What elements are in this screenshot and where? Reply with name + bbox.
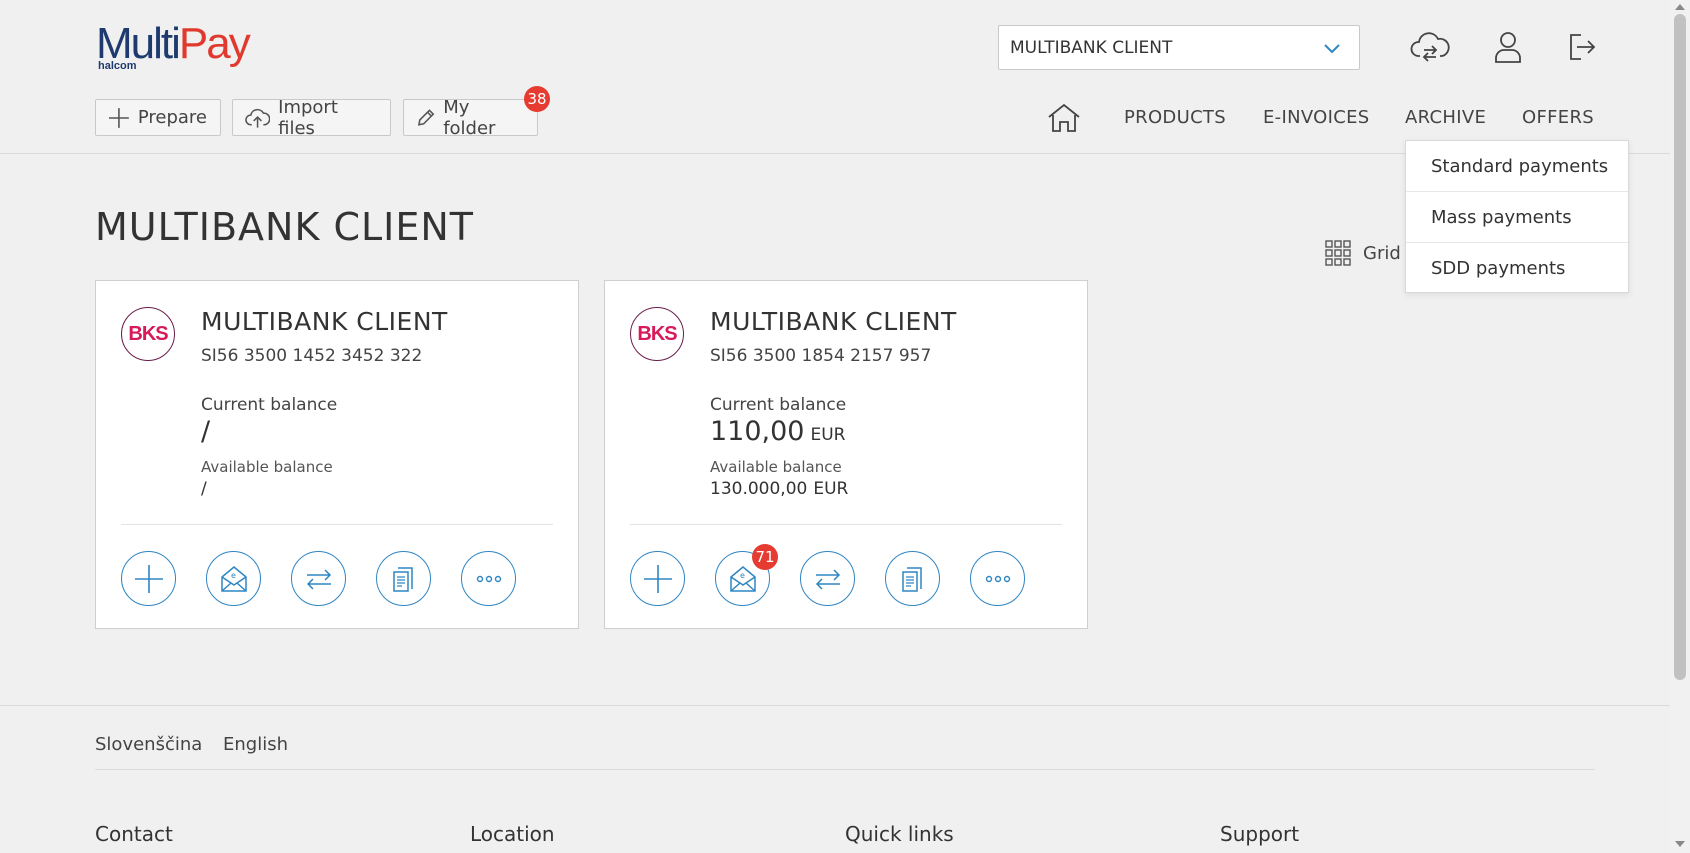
statements-button[interactable] bbox=[885, 551, 940, 606]
e-invoice-badge: 71 bbox=[752, 544, 778, 570]
view-toggle-label: Grid bbox=[1363, 242, 1401, 264]
current-balance-label: Current balance bbox=[710, 395, 847, 415]
current-balance-amount: / bbox=[201, 416, 211, 447]
user-icon bbox=[1495, 32, 1521, 63]
user-button[interactable] bbox=[1485, 24, 1531, 70]
chevron-down-icon bbox=[1324, 44, 1340, 54]
more-actions-button[interactable] bbox=[970, 551, 1025, 606]
account-card[interactable]: BKS MULTIBANK CLIENT SI56 3500 1452 3452… bbox=[95, 280, 579, 629]
current-balance-value: / bbox=[201, 416, 216, 447]
current-balance-currency: EUR bbox=[810, 425, 846, 445]
cloud-upload-icon bbox=[245, 108, 271, 128]
home-nav-button[interactable] bbox=[1047, 102, 1081, 134]
vertical-scrollbar[interactable] bbox=[1670, 0, 1690, 853]
documents-icon bbox=[392, 566, 413, 592]
transfer-button[interactable] bbox=[291, 551, 346, 606]
language-english-link[interactable]: English bbox=[223, 734, 288, 755]
nav-products[interactable]: PRODUCTS bbox=[1124, 107, 1226, 128]
multipay-logo[interactable]: MultiPay halcom bbox=[96, 20, 266, 74]
available-balance-label: Available balance bbox=[201, 458, 333, 476]
plus-icon bbox=[134, 564, 163, 593]
import-files-label: Import files bbox=[278, 96, 338, 139]
prepare-button[interactable]: Prepare bbox=[95, 99, 221, 136]
documents-icon bbox=[901, 566, 922, 592]
available-balance-label: Available balance bbox=[710, 458, 842, 476]
scroll-up-arrow[interactable] bbox=[1675, 4, 1685, 10]
account-name: MULTIBANK CLIENT bbox=[710, 307, 957, 336]
available-balance-currency: EUR bbox=[813, 479, 849, 499]
home-icon bbox=[1048, 103, 1080, 132]
view-toggle-grid[interactable]: Grid bbox=[1325, 240, 1401, 266]
statements-button[interactable] bbox=[376, 551, 431, 606]
logo-pay-text: Pay bbox=[178, 19, 251, 68]
current-balance-value: 110,00 EUR bbox=[710, 416, 845, 447]
plus-icon bbox=[108, 107, 129, 128]
available-balance-value: 130.000,00 EUR bbox=[710, 479, 848, 499]
header: MultiPay halcom MULTIBANK CLIENT Prepare bbox=[0, 0, 1670, 154]
transfer-button[interactable] bbox=[800, 551, 855, 606]
new-payment-button[interactable] bbox=[630, 551, 685, 606]
my-folder-button[interactable]: My folder bbox=[403, 96, 538, 139]
logout-icon bbox=[1570, 34, 1596, 60]
footer-contact-heading: Contact bbox=[95, 822, 173, 846]
footer-divider bbox=[95, 769, 1595, 770]
transfer-arrows-icon bbox=[306, 568, 331, 590]
logout-button[interactable] bbox=[1559, 24, 1605, 70]
available-balance-amount: / bbox=[201, 479, 207, 499]
more-dots-icon bbox=[985, 575, 1010, 582]
archive-dropdown-menu: Standard payments Mass payments SDD paym… bbox=[1405, 140, 1629, 293]
bank-logo: BKS bbox=[121, 307, 175, 361]
account-iban: SI56 3500 1452 3452 322 bbox=[201, 346, 423, 366]
nav-archive[interactable]: ARCHIVE bbox=[1405, 107, 1486, 128]
grid-icon bbox=[1325, 240, 1351, 266]
e-invoice-envelope-icon: e bbox=[729, 565, 756, 592]
current-balance-label: Current balance bbox=[201, 395, 338, 415]
card-divider bbox=[630, 524, 1062, 525]
my-folder-label: My folder bbox=[443, 96, 496, 139]
cloud-sync-icon bbox=[1410, 32, 1450, 62]
scrollbar-thumb[interactable] bbox=[1674, 14, 1686, 680]
footer-quick-links-heading: Quick links bbox=[845, 822, 954, 846]
import-files-button[interactable]: Import files bbox=[232, 96, 391, 139]
e-invoice-button[interactable]: e bbox=[206, 551, 261, 606]
logo-subtitle: halcom bbox=[98, 60, 137, 72]
svg-text:e: e bbox=[231, 571, 236, 580]
language-slovenian-link[interactable]: Slovenščina bbox=[95, 734, 202, 755]
pencil-icon bbox=[417, 108, 435, 126]
e-invoice-envelope-icon: e bbox=[220, 565, 247, 592]
footer: Slovenščina English Contact Location Qui… bbox=[0, 705, 1670, 853]
nav-e-invoices[interactable]: E-INVOICES bbox=[1263, 107, 1369, 128]
menu-item-sdd-payments[interactable]: SDD payments bbox=[1406, 243, 1628, 294]
bank-logo: BKS bbox=[630, 307, 684, 361]
new-payment-button[interactable] bbox=[121, 551, 176, 606]
card-divider bbox=[121, 524, 553, 525]
nav-offers[interactable]: OFFERS bbox=[1522, 107, 1594, 128]
more-actions-button[interactable] bbox=[461, 551, 516, 606]
scroll-down-arrow[interactable] bbox=[1675, 841, 1685, 847]
client-select-value: MULTIBANK CLIENT bbox=[1010, 37, 1173, 58]
plus-icon bbox=[643, 564, 672, 593]
account-iban: SI56 3500 1854 2157 957 bbox=[710, 346, 932, 366]
transfer-arrows-icon bbox=[815, 568, 840, 590]
current-balance-amount: 110,00 bbox=[710, 416, 805, 447]
page-title: MULTIBANK CLIENT bbox=[95, 205, 475, 249]
account-card[interactable]: BKS MULTIBANK CLIENT SI56 3500 1854 2157… bbox=[604, 280, 1088, 629]
available-balance-amount: 130.000,00 bbox=[710, 479, 808, 499]
cloud-sync-button[interactable] bbox=[1407, 24, 1453, 70]
account-name: MULTIBANK CLIENT bbox=[201, 307, 448, 336]
svg-text:e: e bbox=[740, 571, 745, 580]
available-balance-value: / bbox=[201, 479, 213, 499]
footer-support-heading: Support bbox=[1220, 822, 1300, 846]
my-folder-badge: 38 bbox=[524, 86, 550, 112]
footer-location-heading: Location bbox=[470, 822, 555, 846]
more-dots-icon bbox=[476, 575, 501, 582]
menu-item-standard-payments[interactable]: Standard payments bbox=[1406, 141, 1628, 192]
prepare-label: Prepare bbox=[137, 107, 207, 128]
menu-item-mass-payments[interactable]: Mass payments bbox=[1406, 192, 1628, 243]
client-select[interactable]: MULTIBANK CLIENT bbox=[998, 25, 1360, 70]
